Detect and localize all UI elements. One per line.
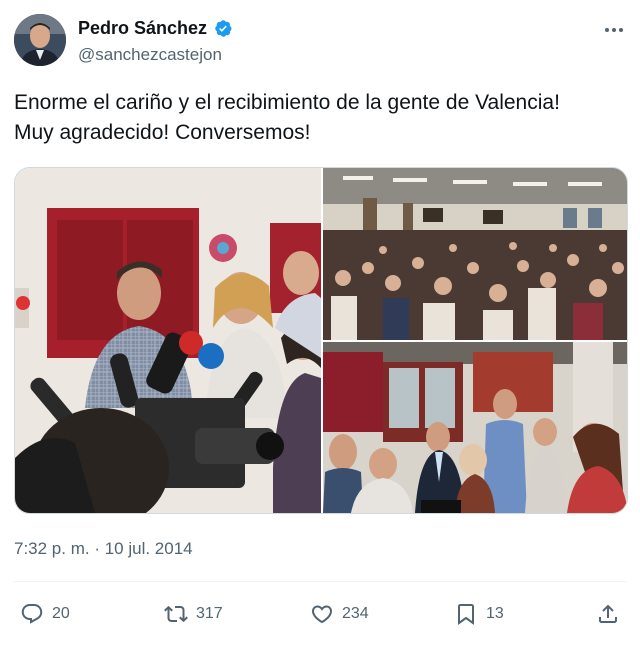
tweet-text: Enorme el cariño y el recibimiento de la… — [14, 91, 560, 144]
divider — [14, 581, 626, 582]
reply-count: 20 — [52, 605, 70, 622]
author-handle[interactable]: @sanchezcastejon — [78, 45, 222, 65]
bookmark-button[interactable]: 13 — [454, 597, 504, 631]
auditorium-crowd-photo[interactable] — [323, 168, 627, 340]
verified-badge-icon — [215, 20, 232, 37]
bookmark-count: 13 — [486, 605, 504, 622]
share-icon — [599, 604, 617, 623]
tweet-timestamp[interactable]: 7:32 p. m. · 10 jul. 2014 — [14, 539, 193, 559]
more-options-icon[interactable] — [602, 18, 626, 42]
retweet-button[interactable]: 317 — [164, 597, 223, 631]
author-name-row: Pedro Sánchez — [78, 18, 233, 39]
retweet-count: 317 — [196, 605, 223, 622]
reply-icon — [21, 604, 43, 624]
share-button[interactable] — [596, 597, 620, 631]
crowd-greeting-photo[interactable] — [323, 342, 627, 513]
reply-button[interactable]: 20 — [20, 597, 70, 631]
retweet-icon — [164, 605, 188, 623]
action-bar: 20 317 234 13 — [14, 597, 626, 631]
bookmark-icon — [458, 604, 474, 625]
author-name[interactable]: Pedro Sánchez — [78, 18, 207, 39]
heart-icon — [311, 605, 333, 624]
press-microphones-photo[interactable] — [15, 168, 321, 513]
like-button[interactable]: 234 — [310, 597, 369, 631]
like-count: 234 — [342, 605, 369, 622]
avatar[interactable] — [14, 14, 66, 66]
media-grid — [14, 167, 628, 514]
